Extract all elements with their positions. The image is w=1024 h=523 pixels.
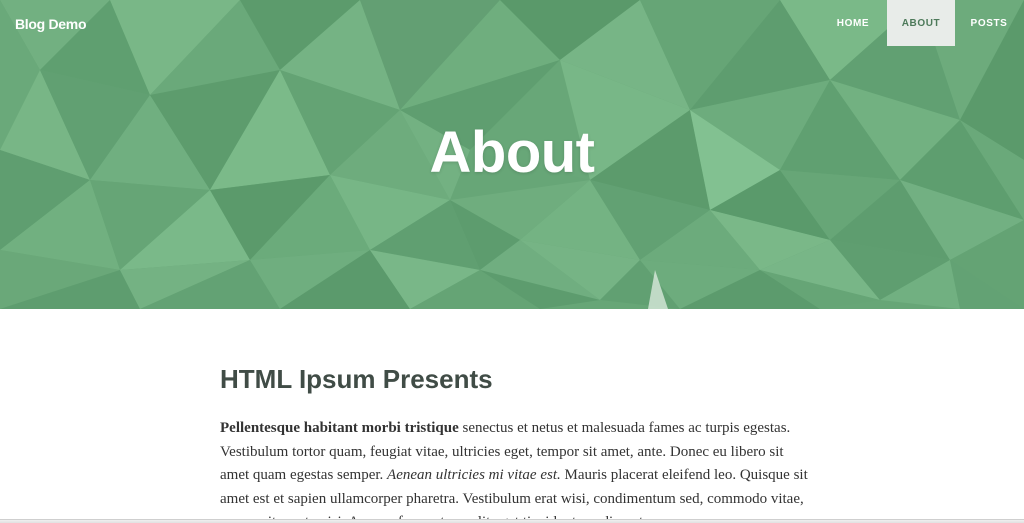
main-nav: HOME ABOUT POSTS <box>819 0 1024 46</box>
window-bottom-edge <box>0 519 1024 523</box>
hero-title: About <box>429 120 596 185</box>
post-heading: HTML Ipsum Presents <box>220 364 493 394</box>
page: About Blog Demo HOME ABOUT POSTS HTML Ip… <box>0 0 1024 523</box>
brand-link[interactable]: Blog Demo <box>15 14 87 34</box>
nav-item-posts[interactable]: POSTS <box>955 0 1024 46</box>
nav-item-home[interactable]: HOME <box>819 0 887 46</box>
post-body-bold-lead: Pellentesque habitant morbi tristique <box>220 420 459 436</box>
page-header-hero: About Blog Demo HOME ABOUT POSTS <box>0 0 1024 309</box>
post-body-italic: Aenean ultricies mi vitae est. <box>387 467 561 483</box>
post-body-paragraph: Pellentesque habitant morbi tristique se… <box>220 417 810 523</box>
nav-item-about[interactable]: ABOUT <box>887 0 955 46</box>
